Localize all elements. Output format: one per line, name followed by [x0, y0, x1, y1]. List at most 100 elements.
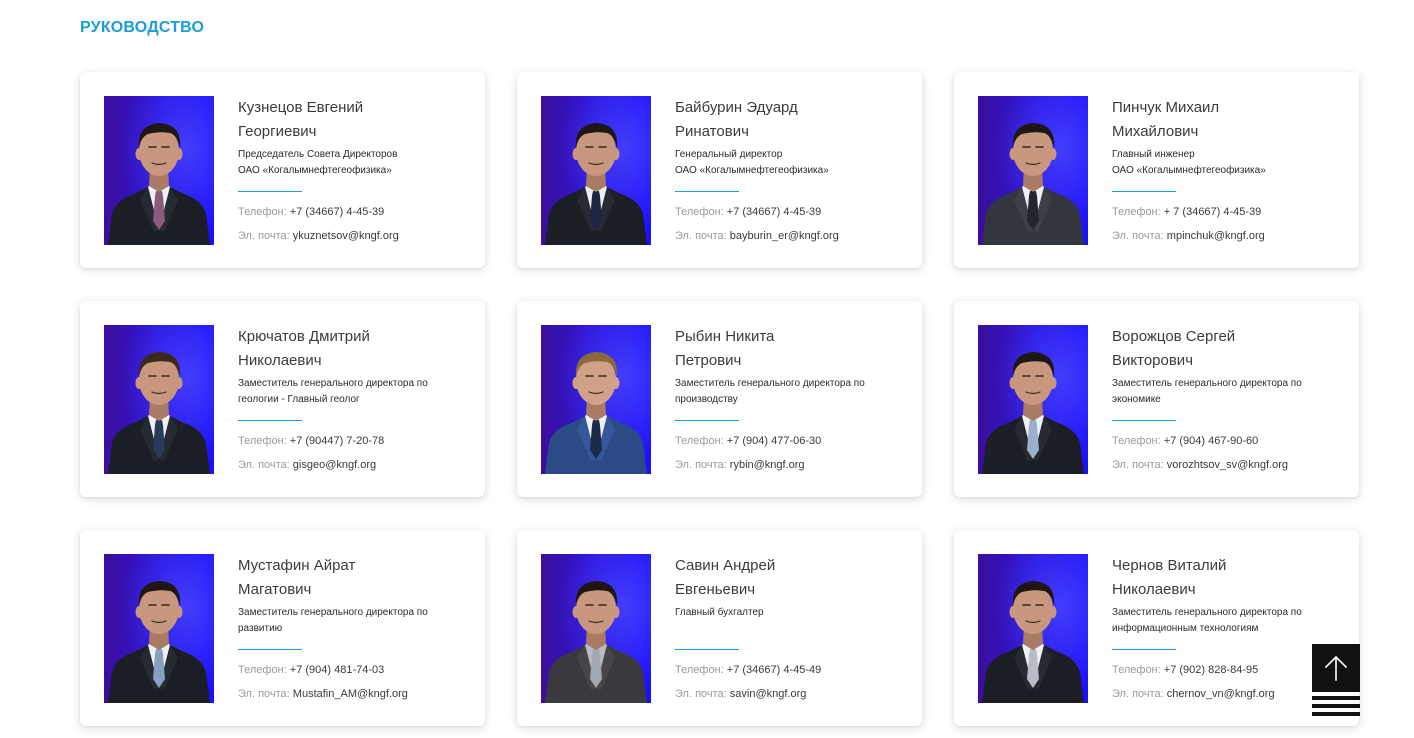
staff-info: Кузнецов Евгений Георгиевич Председатель…	[238, 96, 399, 249]
accent-divider	[1112, 649, 1176, 650]
back-to-top-button[interactable]	[1312, 644, 1360, 716]
staff-info: Чернов Виталий Николаевич Заместитель ге…	[1112, 554, 1302, 707]
staff-position-line: ОАО «Когалымнефтегеофизика»	[238, 165, 392, 176]
staff-name-line: Михайлович	[1112, 123, 1199, 140]
staff-position-line: геологии - Главный геолог	[238, 394, 360, 405]
staff-position: Заместитель генерального директора по эк…	[1112, 376, 1302, 408]
staff-name: Мустафин Айрат Магатович	[238, 554, 428, 602]
portrait-photo	[978, 554, 1088, 703]
phone-label: Телефон:	[1112, 206, 1161, 218]
staff-position: Заместитель генерального директора по ге…	[238, 376, 428, 408]
email-row: Эл. почта: mpinchuk@kngf.org	[1112, 224, 1266, 248]
email-link[interactable]: gisgeo@kngf.org	[293, 459, 376, 471]
staff-card: Савин Андрей Евгеньевич Главный бухгалте…	[517, 530, 922, 726]
portrait-photo	[104, 96, 214, 245]
email-row: Эл. почта: chernov_vn@kngf.org	[1112, 682, 1302, 706]
staff-name-line: Пинчук Михаил	[1112, 99, 1220, 116]
email-row: Эл. почта: gisgeo@kngf.org	[238, 453, 428, 477]
staff-position: Заместитель генерального директора по ра…	[238, 605, 428, 637]
portrait-photo	[541, 554, 651, 703]
accent-divider	[238, 649, 302, 650]
phone-row: Телефон: +7 (34667) 4-45-49	[675, 658, 821, 682]
staff-position: Председатель Совета Директоров ОАО «Кога…	[238, 147, 399, 179]
email-label: Эл. почта:	[675, 688, 727, 700]
staff-position: Главный инженер ОАО «Когалымнефтегеофизи…	[1112, 147, 1266, 179]
email-row: Эл. почта: rybin@kngf.org	[675, 453, 865, 477]
staff-position: Генеральный директор ОАО «Когалымнефтеге…	[675, 147, 839, 179]
staff-name-line: Кузнецов Евгений	[238, 99, 364, 116]
phone-row: Телефон: +7 (904) 467-90-60	[1112, 429, 1302, 453]
staff-name-line: Георгиевич	[238, 123, 317, 140]
staff-name: Чернов Виталий Николаевич	[1112, 554, 1302, 602]
staff-name-line: Чернов Виталий	[1112, 557, 1227, 574]
email-link[interactable]: Mustafin_AM@kngf.org	[293, 688, 408, 700]
staff-card: Байбурин Эдуард Ринатович Генеральный ди…	[517, 72, 922, 268]
staff-name: Пинчук Михаил Михайлович	[1112, 96, 1266, 144]
accent-divider	[238, 191, 302, 192]
staff-info: Крючатов Дмитрий Николаевич Заместитель …	[238, 325, 428, 478]
email-label: Эл. почта:	[1112, 230, 1164, 242]
staff-position-line: Главный бухгалтер	[675, 607, 764, 618]
phone-row: Телефон: +7 (904) 477-06-30	[675, 429, 865, 453]
back-to-top-box[interactable]	[1312, 644, 1360, 692]
email-link[interactable]: chernov_vn@kngf.org	[1167, 688, 1275, 700]
email-link[interactable]: rybin@kngf.org	[730, 459, 805, 471]
staff-info: Мустафин Айрат Магатович Заместитель ген…	[238, 554, 428, 707]
staff-position: Заместитель генерального директора по ин…	[1112, 605, 1302, 637]
email-label: Эл. почта:	[1112, 459, 1164, 471]
email-row: Эл. почта: bayburin_er@kngf.org	[675, 224, 839, 248]
phone-number: +7 (904) 481-74-03	[289, 664, 385, 676]
phone-row: Телефон: +7 (34667) 4-45-39	[675, 200, 839, 224]
accent-divider	[1112, 420, 1176, 421]
staff-position-line: Главный инженер	[1112, 149, 1195, 160]
staff-name: Крючатов Дмитрий Николаевич	[238, 325, 428, 373]
staff-position: Заместитель генерального директора по пр…	[675, 376, 865, 408]
staff-name-line: Байбурин Эдуард	[675, 99, 798, 116]
phone-number: +7 (34667) 4-45-39	[289, 206, 385, 218]
staff-card: Ворожцов Сергей Викторович Заместитель г…	[954, 301, 1359, 497]
email-row: Эл. почта: savin@kngf.org	[675, 682, 821, 706]
email-link[interactable]: mpinchuk@kngf.org	[1167, 230, 1265, 242]
staff-name-line: Ворожцов Сергей	[1112, 328, 1236, 345]
staff-position-line: Заместитель генерального директора по	[238, 607, 428, 618]
staff-card: Рыбин Никита Петрович Заместитель генера…	[517, 301, 922, 497]
staff-position-line: производству	[675, 394, 738, 405]
phone-label: Телефон:	[238, 435, 287, 447]
staff-name-line: Петрович	[675, 352, 742, 369]
phone-label: Телефон:	[238, 664, 287, 676]
email-row: Эл. почта: ykuznetsov@kngf.org	[238, 224, 399, 248]
staff-position-line: Заместитель генерального директора по	[238, 378, 428, 389]
staff-position-line: экономике	[1112, 394, 1161, 405]
phone-number: +7 (904) 477-06-30	[726, 435, 822, 447]
phone-row: Телефон: +7 (902) 828-84-95	[1112, 658, 1302, 682]
page-title: РУКОВОДСТВО	[80, 19, 205, 36]
phone-number: +7 (34667) 4-45-39	[726, 206, 822, 218]
email-link[interactable]: vorozhtsov_sv@kngf.org	[1167, 459, 1288, 471]
staff-card: Крючатов Дмитрий Николаевич Заместитель …	[80, 301, 485, 497]
staff-info: Савин Андрей Евгеньевич Главный бухгалте…	[675, 554, 821, 707]
staff-position-line: ОАО «Когалымнефтегеофизика»	[1112, 165, 1266, 176]
staff-name-line: Рыбин Никита	[675, 328, 775, 345]
accent-divider	[675, 420, 739, 421]
phone-number: +7 (90447) 7-20-78	[289, 435, 385, 447]
staff-position-line: Заместитель генерального директора по	[1112, 378, 1302, 389]
staff-info: Байбурин Эдуард Ринатович Генеральный ди…	[675, 96, 839, 249]
back-to-top-stripe	[1312, 712, 1360, 716]
staff-name: Кузнецов Евгений Георгиевич	[238, 96, 399, 144]
staff-position-line: ОАО «Когалымнефтегеофизика»	[675, 165, 829, 176]
staff-position-line: Генеральный директор	[675, 149, 783, 160]
email-link[interactable]: savin@kngf.org	[730, 688, 807, 700]
staff-name-line: Евгеньевич	[675, 581, 756, 598]
staff-name-line: Мустафин Айрат	[238, 557, 356, 574]
phone-label: Телефон:	[675, 435, 724, 447]
phone-number: +7 (904) 467-90-60	[1163, 435, 1259, 447]
email-label: Эл. почта:	[675, 459, 727, 471]
email-label: Эл. почта:	[238, 688, 290, 700]
phone-number: +7 (902) 828-84-95	[1163, 664, 1259, 676]
staff-name-line: Магатович	[238, 581, 312, 598]
email-link[interactable]: bayburin_er@kngf.org	[730, 230, 839, 242]
email-link[interactable]: ykuznetsov@kngf.org	[293, 230, 399, 242]
staff-position-line: информационным технологиям	[1112, 623, 1259, 634]
staff-name: Ворожцов Сергей Викторович	[1112, 325, 1302, 373]
staff-name-line: Крючатов Дмитрий	[238, 328, 370, 345]
